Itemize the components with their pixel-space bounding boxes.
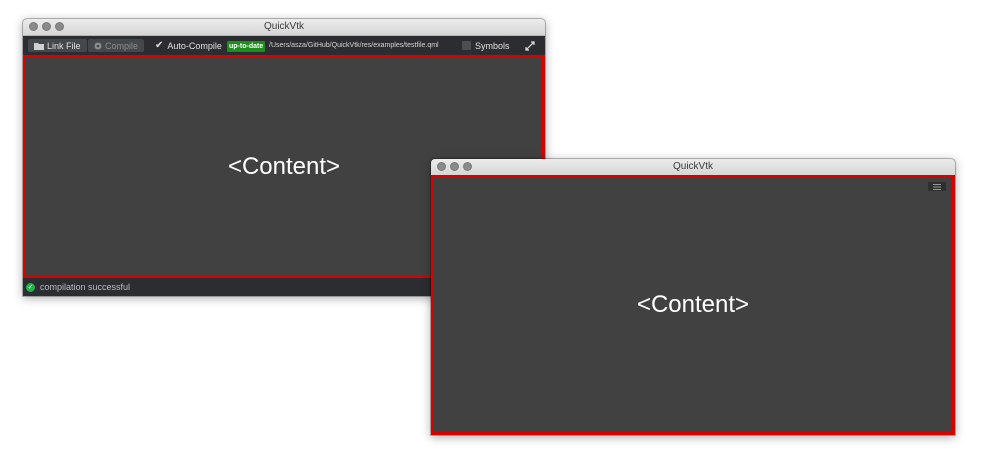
auto-compile-label: Auto-Compile <box>167 40 222 51</box>
gear-icon <box>94 42 102 49</box>
symbols-toggle[interactable]: Symbols <box>462 36 510 55</box>
auto-compile-toggle[interactable]: ✔ Auto-Compile <box>155 36 222 55</box>
success-icon: ✓ <box>26 282 35 292</box>
title-bar[interactable]: QuickVtk <box>431 159 955 176</box>
checkmark-icon: ✔ <box>155 40 164 51</box>
content-placeholder: <Content> <box>227 152 341 180</box>
status-text: compilation successful <box>40 282 131 292</box>
expand-icon[interactable] <box>525 36 535 55</box>
menu-button[interactable] <box>928 182 946 191</box>
viewer-window: QuickVtk <Content> <box>431 159 955 435</box>
content-placeholder: <Content> <box>636 291 750 318</box>
link-file-button[interactable]: Link File <box>28 39 87 52</box>
symbols-label: Symbols <box>475 40 510 51</box>
symbols-checkbox[interactable] <box>462 41 471 50</box>
content-area[interactable]: <Content> <box>431 175 955 435</box>
link-file-label: Link File <box>47 40 81 51</box>
toolbar: Link File Compile ✔ Auto-Compile up-to-d… <box>23 36 545 55</box>
status-badge: up-to-date <box>227 41 266 52</box>
file-path: /Users/asza/GitHub/QuickVtk/res/examples… <box>269 42 439 49</box>
title-bar[interactable]: QuickVtk <box>23 19 545 36</box>
folder-icon <box>34 42 44 50</box>
window-title: QuickVtk <box>263 21 304 32</box>
hamburger-icon <box>933 183 941 190</box>
window-title: QuickVtk <box>672 161 713 172</box>
compile-label: Compile <box>105 40 139 51</box>
compile-button[interactable]: Compile <box>88 39 145 52</box>
